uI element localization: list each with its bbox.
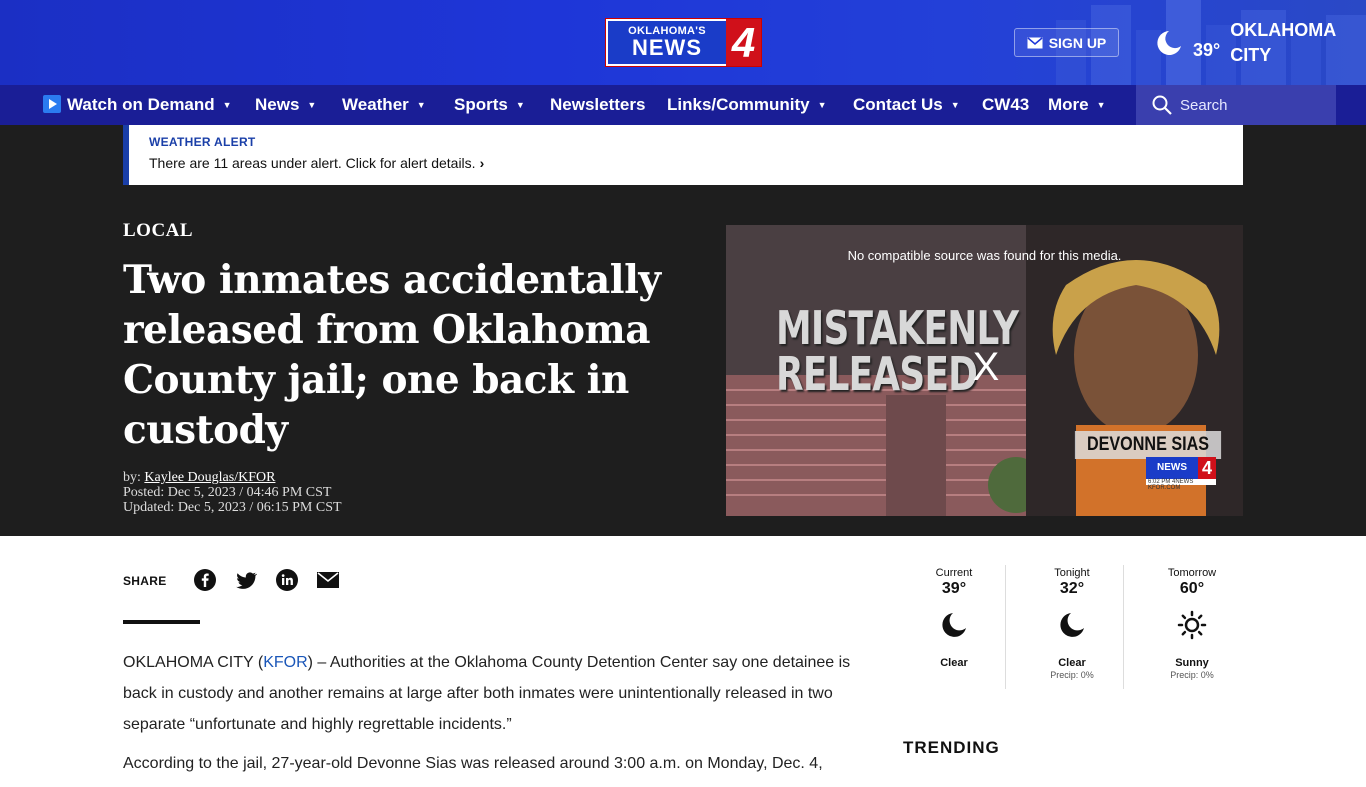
nav-item-news[interactable]: News ▼: [255, 85, 316, 125]
share-divider: [123, 620, 200, 624]
forecast-precip: Precip: 0%: [1050, 670, 1094, 680]
forecast-tonight[interactable]: Tonight 32° Clear Precip: 0%: [1013, 565, 1131, 689]
article-category[interactable]: LOCAL: [123, 220, 193, 242]
nav-label: Sports: [454, 95, 508, 114]
paragraph-text: OKLAHOMA CITY (: [123, 654, 264, 671]
forecast-temp: 60°: [1179, 580, 1205, 597]
forecast-condition: Clear: [1058, 657, 1086, 669]
alert-detail-link[interactable]: There are 11 areas under alert. Click fo…: [149, 155, 1243, 171]
forecast-label: Tonight: [1054, 567, 1090, 579]
nav-label: More: [1048, 95, 1089, 114]
envelope-icon: [1027, 36, 1043, 48]
main-nav: Watch on Demand ▼ News ▼ Weather ▼ Sports ▼ …: [0, 85, 1366, 125]
caret-down-icon: ▼: [416, 100, 426, 110]
nav-label: CW43: [982, 95, 1030, 114]
article-headline: Two inmates accidentally released from O…: [123, 257, 661, 453]
moon-icon: [1157, 31, 1181, 55]
video-close-button[interactable]: X: [968, 345, 1004, 393]
logo-number: 4: [726, 19, 761, 66]
trending-heading: TRENDING: [903, 738, 1000, 757]
nav-label: Contact Us: [853, 95, 943, 114]
caret-down-icon: ▼: [515, 100, 525, 110]
forecast-label: Tomorrow: [1167, 567, 1217, 579]
linkedin-icon[interactable]: [276, 569, 298, 591]
play-icon: [43, 95, 61, 113]
nav-label: Watch on Demand: [67, 95, 215, 114]
header-weather[interactable]: 39° OKLAHOMA CITY: [1155, 18, 1340, 68]
search-placeholder: Search: [1180, 96, 1228, 114]
caret-down-icon: ▼: [950, 100, 960, 110]
video-player[interactable]: No compatible source was found for this …: [726, 225, 1243, 516]
search-icon: [1152, 95, 1172, 115]
posted-date: Posted: Dec 5, 2023 / 04:46 PM CST: [123, 485, 332, 500]
video-station-bug: NEWS 4 6:02 PM 4NEWS KFOR.COM: [1146, 457, 1216, 491]
forecast-condition: Sunny: [1175, 657, 1209, 669]
nav-item-contact-us[interactable]: Contact Us ▼: [853, 85, 960, 125]
nav-item-cw43[interactable]: CW43: [982, 85, 1029, 125]
forecast-temp: 39°: [941, 580, 967, 597]
article-byline: by: Kaylee Douglas/KFOR Posted: Dec 5, 2…: [123, 470, 342, 515]
forecast-temp: 32°: [1059, 580, 1085, 597]
nav-item-watch-on-demand[interactable]: Watch on Demand ▼: [43, 85, 232, 125]
moon-icon: [1060, 613, 1084, 637]
caret-down-icon: ▼: [1096, 100, 1106, 110]
moon-icon: [942, 613, 966, 637]
logo-wordmark: OKLAHOMA'S NEWS: [608, 21, 726, 64]
kfor-link[interactable]: KFOR: [263, 654, 307, 671]
header-city: OKLAHOMA CITY: [1230, 20, 1336, 65]
nav-item-weather[interactable]: Weather ▼: [342, 85, 426, 125]
bug-logo-text: NEWS: [1146, 457, 1198, 479]
nav-item-newsletters[interactable]: Newsletters: [550, 85, 645, 125]
nav-label: Weather: [342, 95, 409, 114]
article-body: OKLAHOMA CITY (KFOR) – Authorities at th…: [123, 647, 868, 787]
alert-detail-text: There are 11 areas under alert. Click fo…: [149, 155, 476, 171]
author-link[interactable]: Kaylee Douglas/KFOR: [144, 470, 275, 485]
nav-item-sports[interactable]: Sports ▼: [454, 85, 525, 125]
site-header: OKLAHOMA'S NEWS 4 SIGN UP 39° OKLAHOMA C…: [0, 0, 1366, 85]
signup-label: SIGN UP: [1048, 34, 1107, 51]
video-name-banner: DEVONNE SIAS: [1074, 431, 1222, 459]
nav-label: Newsletters: [550, 95, 646, 114]
facebook-icon[interactable]: [194, 569, 216, 591]
article-paragraph: OKLAHOMA CITY (KFOR) – Authorities at th…: [123, 647, 868, 740]
caret-down-icon: ▼: [307, 100, 317, 110]
article-paragraph: According to the jail, 27-year-old Devon…: [123, 755, 823, 772]
forecast-tomorrow[interactable]: Tomorrow 60° Sunny Precip: 0%: [1133, 565, 1251, 689]
caret-down-icon: ▼: [222, 100, 232, 110]
sun-icon: [1177, 610, 1207, 640]
share-icons: [194, 569, 339, 591]
forecast-condition: Clear: [940, 657, 968, 669]
nav-item-links-community[interactable]: Links/Community ▼: [667, 85, 827, 125]
site-logo[interactable]: OKLAHOMA'S NEWS 4: [605, 18, 762, 67]
chevron-right-icon: ›: [479, 155, 485, 171]
nav-item-more[interactable]: More ▼: [1048, 85, 1106, 125]
forecast-divider: [1123, 565, 1124, 689]
bug-subtext: 6:02 PM 4NEWS KFOR.COM: [1148, 479, 1194, 491]
forecast-divider: [1005, 565, 1006, 689]
bug-logo-number: 4: [1198, 457, 1216, 479]
forecast-precip: Precip: 0%: [1170, 670, 1214, 680]
nav-label: News: [255, 95, 300, 114]
alert-title: WEATHER ALERT: [149, 135, 256, 149]
byline-prefix: by:: [123, 470, 141, 485]
caret-down-icon: ▼: [817, 100, 827, 110]
nav-label: Links/Community: [667, 95, 810, 114]
signup-button[interactable]: SIGN UP: [1014, 28, 1119, 57]
forecast-label: Current: [935, 567, 973, 579]
share-label: SHARE: [123, 574, 167, 588]
weather-alert-banner[interactable]: WEATHER ALERT There are 11 areas under a…: [123, 125, 1243, 185]
video-error-message: No compatible source was found for this …: [847, 248, 1122, 263]
search-input[interactable]: Search: [1136, 85, 1336, 125]
logo-main-text: NEWS: [632, 35, 702, 60]
forecast-current[interactable]: Current 39° Clear: [895, 565, 1013, 689]
email-icon[interactable]: [317, 569, 339, 591]
twitter-icon[interactable]: [235, 569, 257, 591]
header-temp: 39°: [1193, 39, 1221, 60]
updated-date: Updated: Dec 5, 2023 / 06:15 PM CST: [123, 500, 342, 515]
